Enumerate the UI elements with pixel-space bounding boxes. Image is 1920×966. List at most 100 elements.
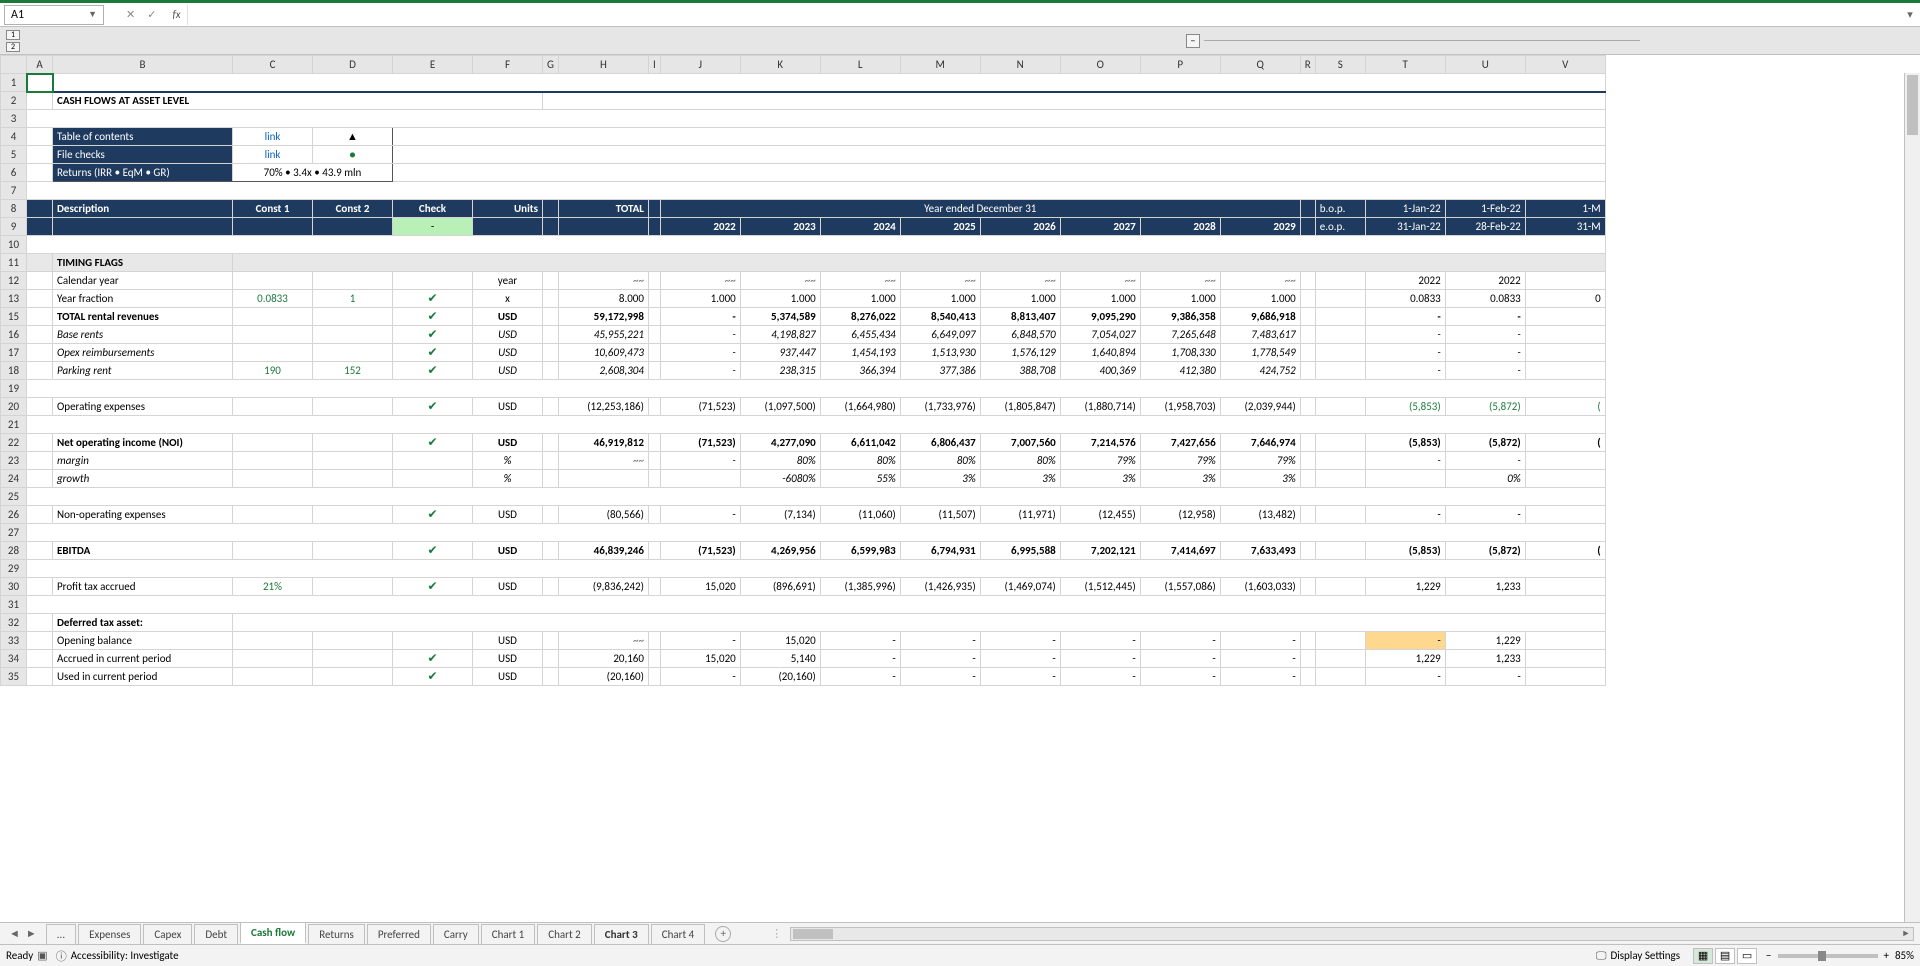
row-header-10[interactable]: 10 xyxy=(1,236,27,254)
row-header-6[interactable]: 6 xyxy=(1,164,27,182)
sheet-tab-expenses[interactable]: Expenses xyxy=(78,924,141,944)
name-box[interactable]: A1 ▼ xyxy=(4,5,104,25)
sheet-tab-preferred[interactable]: Preferred xyxy=(367,924,431,944)
accept-icon[interactable]: ✓ xyxy=(147,8,156,21)
accessibility-icon[interactable]: ⓘ xyxy=(56,948,67,964)
hscroll-right-icon[interactable]: ► xyxy=(1899,928,1913,940)
row-header-24[interactable]: 24 xyxy=(1,470,27,488)
col-header-corner[interactable] xyxy=(1,56,27,74)
file-checks-link[interactable]: link xyxy=(233,146,313,164)
row-header-13[interactable]: 13 xyxy=(1,290,27,308)
col-header-M[interactable]: M xyxy=(900,56,980,74)
col-header-S[interactable]: S xyxy=(1315,56,1365,74)
sheet-tab-cash-flow[interactable]: Cash flow xyxy=(240,922,306,944)
status-accessibility[interactable]: Accessibility: Investigate xyxy=(71,949,179,962)
view-page-break-button[interactable]: ▭ xyxy=(1737,948,1757,964)
row-header-35[interactable]: 35 xyxy=(1,668,27,686)
col-header-G[interactable]: G xyxy=(543,56,559,74)
row-header-1[interactable]: 1 xyxy=(1,74,27,92)
row-header-18[interactable]: 18 xyxy=(1,362,27,380)
sheet-tab-chart-1[interactable]: Chart 1 xyxy=(481,924,536,944)
macro-record-icon[interactable]: ▣ xyxy=(37,949,47,962)
formula-input[interactable] xyxy=(187,5,1900,25)
zoom-level[interactable]: 85% xyxy=(1895,949,1914,962)
col-header-O[interactable]: O xyxy=(1060,56,1140,74)
tab-splitter[interactable]: ⋮ xyxy=(771,927,784,940)
sheet-tab-...[interactable]: ... xyxy=(46,924,76,944)
sheet-tab-chart-3[interactable]: Chart 3 xyxy=(594,924,649,944)
tab-nav-prev-icon[interactable]: ◄ xyxy=(9,927,20,940)
outline-level-2[interactable]: 2 xyxy=(6,42,20,52)
row-header-27[interactable]: 27 xyxy=(1,524,27,542)
row-header-20[interactable]: 20 xyxy=(1,398,27,416)
col-header-B[interactable]: B xyxy=(53,56,233,74)
zoom-in-button[interactable]: + xyxy=(1884,949,1889,962)
col-header-D[interactable]: D xyxy=(313,56,393,74)
fx-label[interactable]: fx xyxy=(172,8,180,21)
vertical-scrollbar[interactable] xyxy=(1904,73,1920,922)
worksheet-grid[interactable]: ABCDEFGHIJKLMNOPQRSTUV12CASH FLOWS AT AS… xyxy=(0,55,1920,922)
row-header-31[interactable]: 31 xyxy=(1,596,27,614)
sheet-tab-capex[interactable]: Capex xyxy=(143,924,192,944)
sheet-tab-debt[interactable]: Debt xyxy=(194,924,238,944)
row-header-26[interactable]: 26 xyxy=(1,506,27,524)
col-header-V[interactable]: V xyxy=(1525,56,1605,74)
row-header-21[interactable]: 21 xyxy=(1,416,27,434)
row-header-11[interactable]: 11 xyxy=(1,254,27,272)
name-box-dropdown-icon[interactable]: ▼ xyxy=(88,9,97,20)
sheet-tab-carry[interactable]: Carry xyxy=(433,924,479,944)
row-header-22[interactable]: 22 xyxy=(1,434,27,452)
row-header-23[interactable]: 23 xyxy=(1,452,27,470)
row-header-8[interactable]: 8 xyxy=(1,200,27,218)
tab-nav-next-icon[interactable]: ► xyxy=(26,927,37,940)
col-header-F[interactable]: F xyxy=(473,56,543,74)
col-header-P[interactable]: P xyxy=(1140,56,1220,74)
col-header-K[interactable]: K xyxy=(740,56,820,74)
outline-level-1[interactable]: 1 xyxy=(6,30,20,40)
view-page-layout-button[interactable]: ▤ xyxy=(1715,948,1735,964)
col-header-H[interactable]: H xyxy=(558,56,648,74)
add-sheet-button[interactable]: + xyxy=(715,926,731,942)
col-header-E[interactable]: E xyxy=(393,56,473,74)
col-header-U[interactable]: U xyxy=(1445,56,1525,74)
col-header-L[interactable]: L xyxy=(820,56,900,74)
col-header-C[interactable]: C xyxy=(233,56,313,74)
row-header-15[interactable]: 15 xyxy=(1,308,27,326)
sheet-tab-returns[interactable]: Returns xyxy=(308,924,365,944)
toc-link[interactable]: link xyxy=(233,128,313,146)
sheet-tab-chart-4[interactable]: Chart 4 xyxy=(651,924,706,944)
col-header-I[interactable]: I xyxy=(648,56,660,74)
row-header-33[interactable]: 33 xyxy=(1,632,27,650)
zoom-slider[interactable] xyxy=(1778,954,1878,958)
row-header-19[interactable]: 19 xyxy=(1,380,27,398)
row-header-9[interactable]: 9 xyxy=(1,218,27,236)
row-header-5[interactable]: 5 xyxy=(1,146,27,164)
row-header-34[interactable]: 34 xyxy=(1,650,27,668)
row-header-28[interactable]: 28 xyxy=(1,542,27,560)
row-header-12[interactable]: 12 xyxy=(1,272,27,290)
col-header-T[interactable]: T xyxy=(1365,56,1445,74)
cell-A1[interactable] xyxy=(27,74,53,92)
row-header-16[interactable]: 16 xyxy=(1,326,27,344)
zoom-out-button[interactable]: − xyxy=(1766,949,1771,962)
row-header-30[interactable]: 30 xyxy=(1,578,27,596)
row-header-4[interactable]: 4 xyxy=(1,128,27,146)
row-header-25[interactable]: 25 xyxy=(1,488,27,506)
outline-collapse-button[interactable]: − xyxy=(1186,34,1200,48)
row-header-3[interactable]: 3 xyxy=(1,110,27,128)
row-header-32[interactable]: 32 xyxy=(1,614,27,632)
status-display-settings[interactable]: Display Settings xyxy=(1610,949,1680,962)
row-header-2[interactable]: 2 xyxy=(1,92,27,110)
horizontal-scrollbar[interactable]: ◄ ► xyxy=(790,927,1914,941)
col-header-Q[interactable]: Q xyxy=(1220,56,1300,74)
sheet-tab-chart-2[interactable]: Chart 2 xyxy=(537,924,592,944)
row-header-29[interactable]: 29 xyxy=(1,560,27,578)
col-header-N[interactable]: N xyxy=(980,56,1060,74)
row-header-7[interactable]: 7 xyxy=(1,182,27,200)
cancel-icon[interactable]: ✕ xyxy=(126,8,135,21)
row-header-17[interactable]: 17 xyxy=(1,344,27,362)
col-header-R[interactable]: R xyxy=(1300,56,1315,74)
formula-bar-expand-icon[interactable]: ▾ xyxy=(1900,8,1920,21)
view-normal-button[interactable]: ▦ xyxy=(1693,948,1713,964)
col-header-J[interactable]: J xyxy=(660,56,740,74)
